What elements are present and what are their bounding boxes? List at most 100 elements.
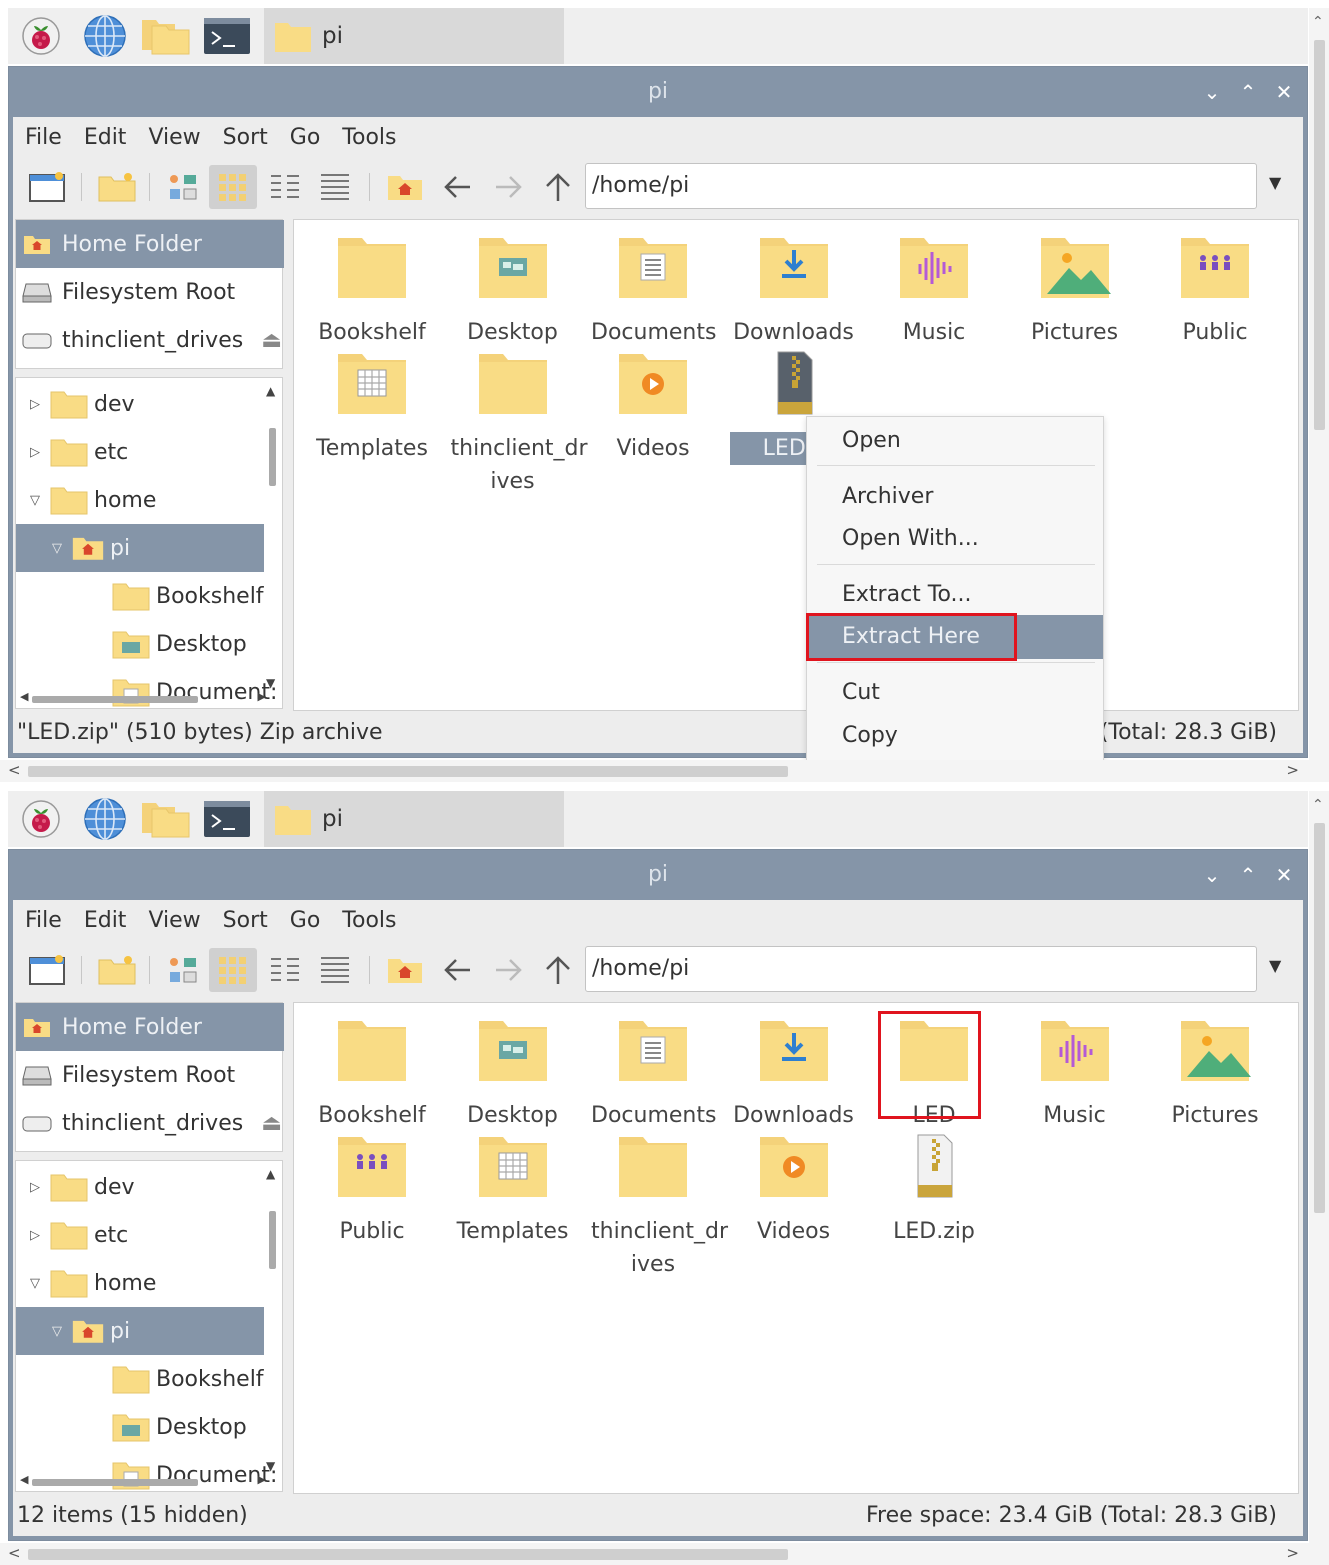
- file-item-led-zip[interactable]: LED.zip: [870, 1133, 998, 1248]
- terminal-button[interactable]: [200, 14, 254, 58]
- file-item-videos[interactable]: Videos: [730, 1133, 858, 1248]
- tree-item-bookshelf[interactable]: Bookshelf: [108, 1355, 264, 1403]
- back-button[interactable]: [437, 948, 479, 992]
- address-dropdown-icon[interactable]: ▼: [1269, 173, 1281, 192]
- raspberry-menu-button[interactable]: [18, 797, 64, 841]
- file-item-thinclient-dr-ives[interactable]: thinclient_dr ives: [449, 350, 588, 498]
- up-button[interactable]: [537, 948, 579, 992]
- menu-go[interactable]: Go: [290, 908, 321, 933]
- tree-item-dev[interactable]: ▷ dev: [24, 1163, 135, 1211]
- up-button[interactable]: [537, 165, 579, 209]
- place-thinclient-drives[interactable]: thinclient_drives ⏏: [16, 316, 284, 364]
- home-button[interactable]: [383, 165, 427, 209]
- file-item-templates[interactable]: Templates: [308, 350, 436, 465]
- menu-item-copy[interactable]: Copy: [807, 714, 1103, 758]
- collapse-icon[interactable]: ▽: [46, 1324, 68, 1339]
- expand-icon[interactable]: ▷: [24, 1180, 46, 1195]
- tree-item-pi[interactable]: ▽ pi: [16, 524, 264, 572]
- scroll-left-icon[interactable]: ◀: [20, 690, 28, 703]
- scroll-up-icon[interactable]: ⌃: [1312, 797, 1324, 813]
- place-thinclient-drives[interactable]: thinclient_drives ⏏: [16, 1099, 284, 1147]
- scroll-down-icon[interactable]: ▼: [266, 1459, 275, 1473]
- tree-vertical-scrollbar[interactable]: ▲ ▼: [266, 1163, 280, 1473]
- tree-vertical-scrollbar[interactable]: ▲ ▼: [266, 380, 280, 690]
- address-dropdown-icon[interactable]: ▼: [1269, 956, 1281, 975]
- menu-go[interactable]: Go: [290, 125, 321, 150]
- scroll-down-icon[interactable]: ▼: [266, 676, 275, 690]
- scroll-right-icon[interactable]: ▶: [258, 1473, 266, 1486]
- taskbar-window-pi[interactable]: pi: [264, 791, 564, 847]
- list-view-button[interactable]: [313, 165, 357, 209]
- new-window-button[interactable]: [25, 948, 69, 992]
- place-filesystem-root[interactable]: Filesystem Root: [16, 1051, 284, 1099]
- file-item-music[interactable]: Music: [870, 234, 998, 349]
- menu-file[interactable]: File: [25, 908, 62, 933]
- file-manager-button[interactable]: [138, 14, 194, 58]
- new-window-button[interactable]: [25, 165, 69, 209]
- scroll-left-icon[interactable]: <: [8, 761, 21, 779]
- raspberry-menu-button[interactable]: [18, 14, 64, 58]
- file-item-desktop[interactable]: Desktop: [449, 1017, 577, 1132]
- close-icon[interactable]: ✕: [1275, 850, 1293, 900]
- file-item-public[interactable]: Public: [1151, 234, 1279, 349]
- menu-item-cut[interactable]: Cut: [807, 671, 1103, 715]
- tree-horizontal-scrollbar[interactable]: ◀ ▶: [18, 690, 268, 706]
- scroll-up-icon[interactable]: ▲: [266, 384, 275, 398]
- scroll-left-icon[interactable]: ◀: [20, 1473, 28, 1486]
- expand-icon[interactable]: ▷: [24, 445, 46, 460]
- menu-item-archiver[interactable]: Archiver: [807, 475, 1103, 519]
- grid-view-button[interactable]: [209, 948, 257, 992]
- menu-sort[interactable]: Sort: [223, 125, 268, 150]
- icon-view-button[interactable]: [163, 165, 203, 209]
- eject-icon[interactable]: ⏏: [261, 1111, 282, 1136]
- menu-item-open-with[interactable]: Open With...: [807, 517, 1103, 561]
- tree-item-home[interactable]: ▽ home: [24, 476, 156, 524]
- place-filesystem-root[interactable]: Filesystem Root: [16, 268, 284, 316]
- maximize-icon[interactable]: ⌃: [1239, 67, 1257, 117]
- menu-edit[interactable]: Edit: [84, 125, 127, 150]
- terminal-button[interactable]: [200, 797, 254, 841]
- collapse-icon[interactable]: ▽: [24, 1276, 46, 1291]
- tree-item-home[interactable]: ▽ home: [24, 1259, 156, 1307]
- file-item-videos[interactable]: Videos: [589, 350, 717, 465]
- close-icon[interactable]: ✕: [1275, 67, 1293, 117]
- tree-item-dev[interactable]: ▷ dev: [24, 380, 135, 428]
- menu-tools[interactable]: Tools: [342, 908, 396, 933]
- menu-tools[interactable]: Tools: [342, 125, 396, 150]
- file-item-documents[interactable]: Documents: [589, 1017, 717, 1132]
- menu-edit[interactable]: Edit: [84, 908, 127, 933]
- maximize-icon[interactable]: ⌃: [1239, 850, 1257, 900]
- page-vertical-scrollbar[interactable]: ⌃⌄: [1309, 791, 1329, 1561]
- page-horizontal-scrollbar[interactable]: < >: [0, 760, 1329, 782]
- page-horizontal-scrollbar[interactable]: < >: [0, 1543, 1329, 1565]
- file-item-public[interactable]: Public: [308, 1133, 436, 1248]
- tree-item-desktop[interactable]: Desktop: [108, 620, 247, 668]
- minimize-icon[interactable]: ⌄: [1203, 850, 1221, 900]
- home-button[interactable]: [383, 948, 427, 992]
- file-item-music[interactable]: Music: [1011, 1017, 1139, 1132]
- tree-item-etc[interactable]: ▷ etc: [24, 1211, 128, 1259]
- menu-item-extract-to[interactable]: Extract To...: [807, 573, 1103, 617]
- menu-item-open[interactable]: Open: [807, 419, 1103, 463]
- minimize-icon[interactable]: ⌄: [1203, 67, 1221, 117]
- icon-view-button[interactable]: [163, 948, 203, 992]
- tree-horizontal-scrollbar[interactable]: ◀ ▶: [18, 1473, 268, 1489]
- file-item-bookshelf[interactable]: Bookshelf: [308, 234, 436, 349]
- file-item-pictures[interactable]: Pictures: [1151, 1017, 1279, 1132]
- scroll-left-icon[interactable]: <: [8, 1544, 21, 1562]
- scroll-up-icon[interactable]: ⌃: [1312, 14, 1324, 30]
- expand-icon[interactable]: ▷: [24, 1228, 46, 1243]
- file-item-downloads[interactable]: Downloads: [730, 1017, 858, 1132]
- grid-view-button[interactable]: [209, 165, 257, 209]
- file-item-templates[interactable]: Templates: [449, 1133, 577, 1248]
- tree-item-bookshelf[interactable]: Bookshelf: [108, 572, 264, 620]
- back-button[interactable]: [437, 165, 479, 209]
- menu-sort[interactable]: Sort: [223, 908, 268, 933]
- address-bar[interactable]: /home/pi: [585, 163, 1257, 209]
- expand-icon[interactable]: ▷: [24, 397, 46, 412]
- file-item-downloads[interactable]: Downloads: [730, 234, 858, 349]
- forward-button[interactable]: [487, 948, 529, 992]
- scroll-right-icon[interactable]: >: [1286, 1544, 1299, 1562]
- page-vertical-scrollbar[interactable]: ⌃⌄: [1309, 8, 1329, 778]
- scroll-right-icon[interactable]: ▶: [258, 690, 266, 703]
